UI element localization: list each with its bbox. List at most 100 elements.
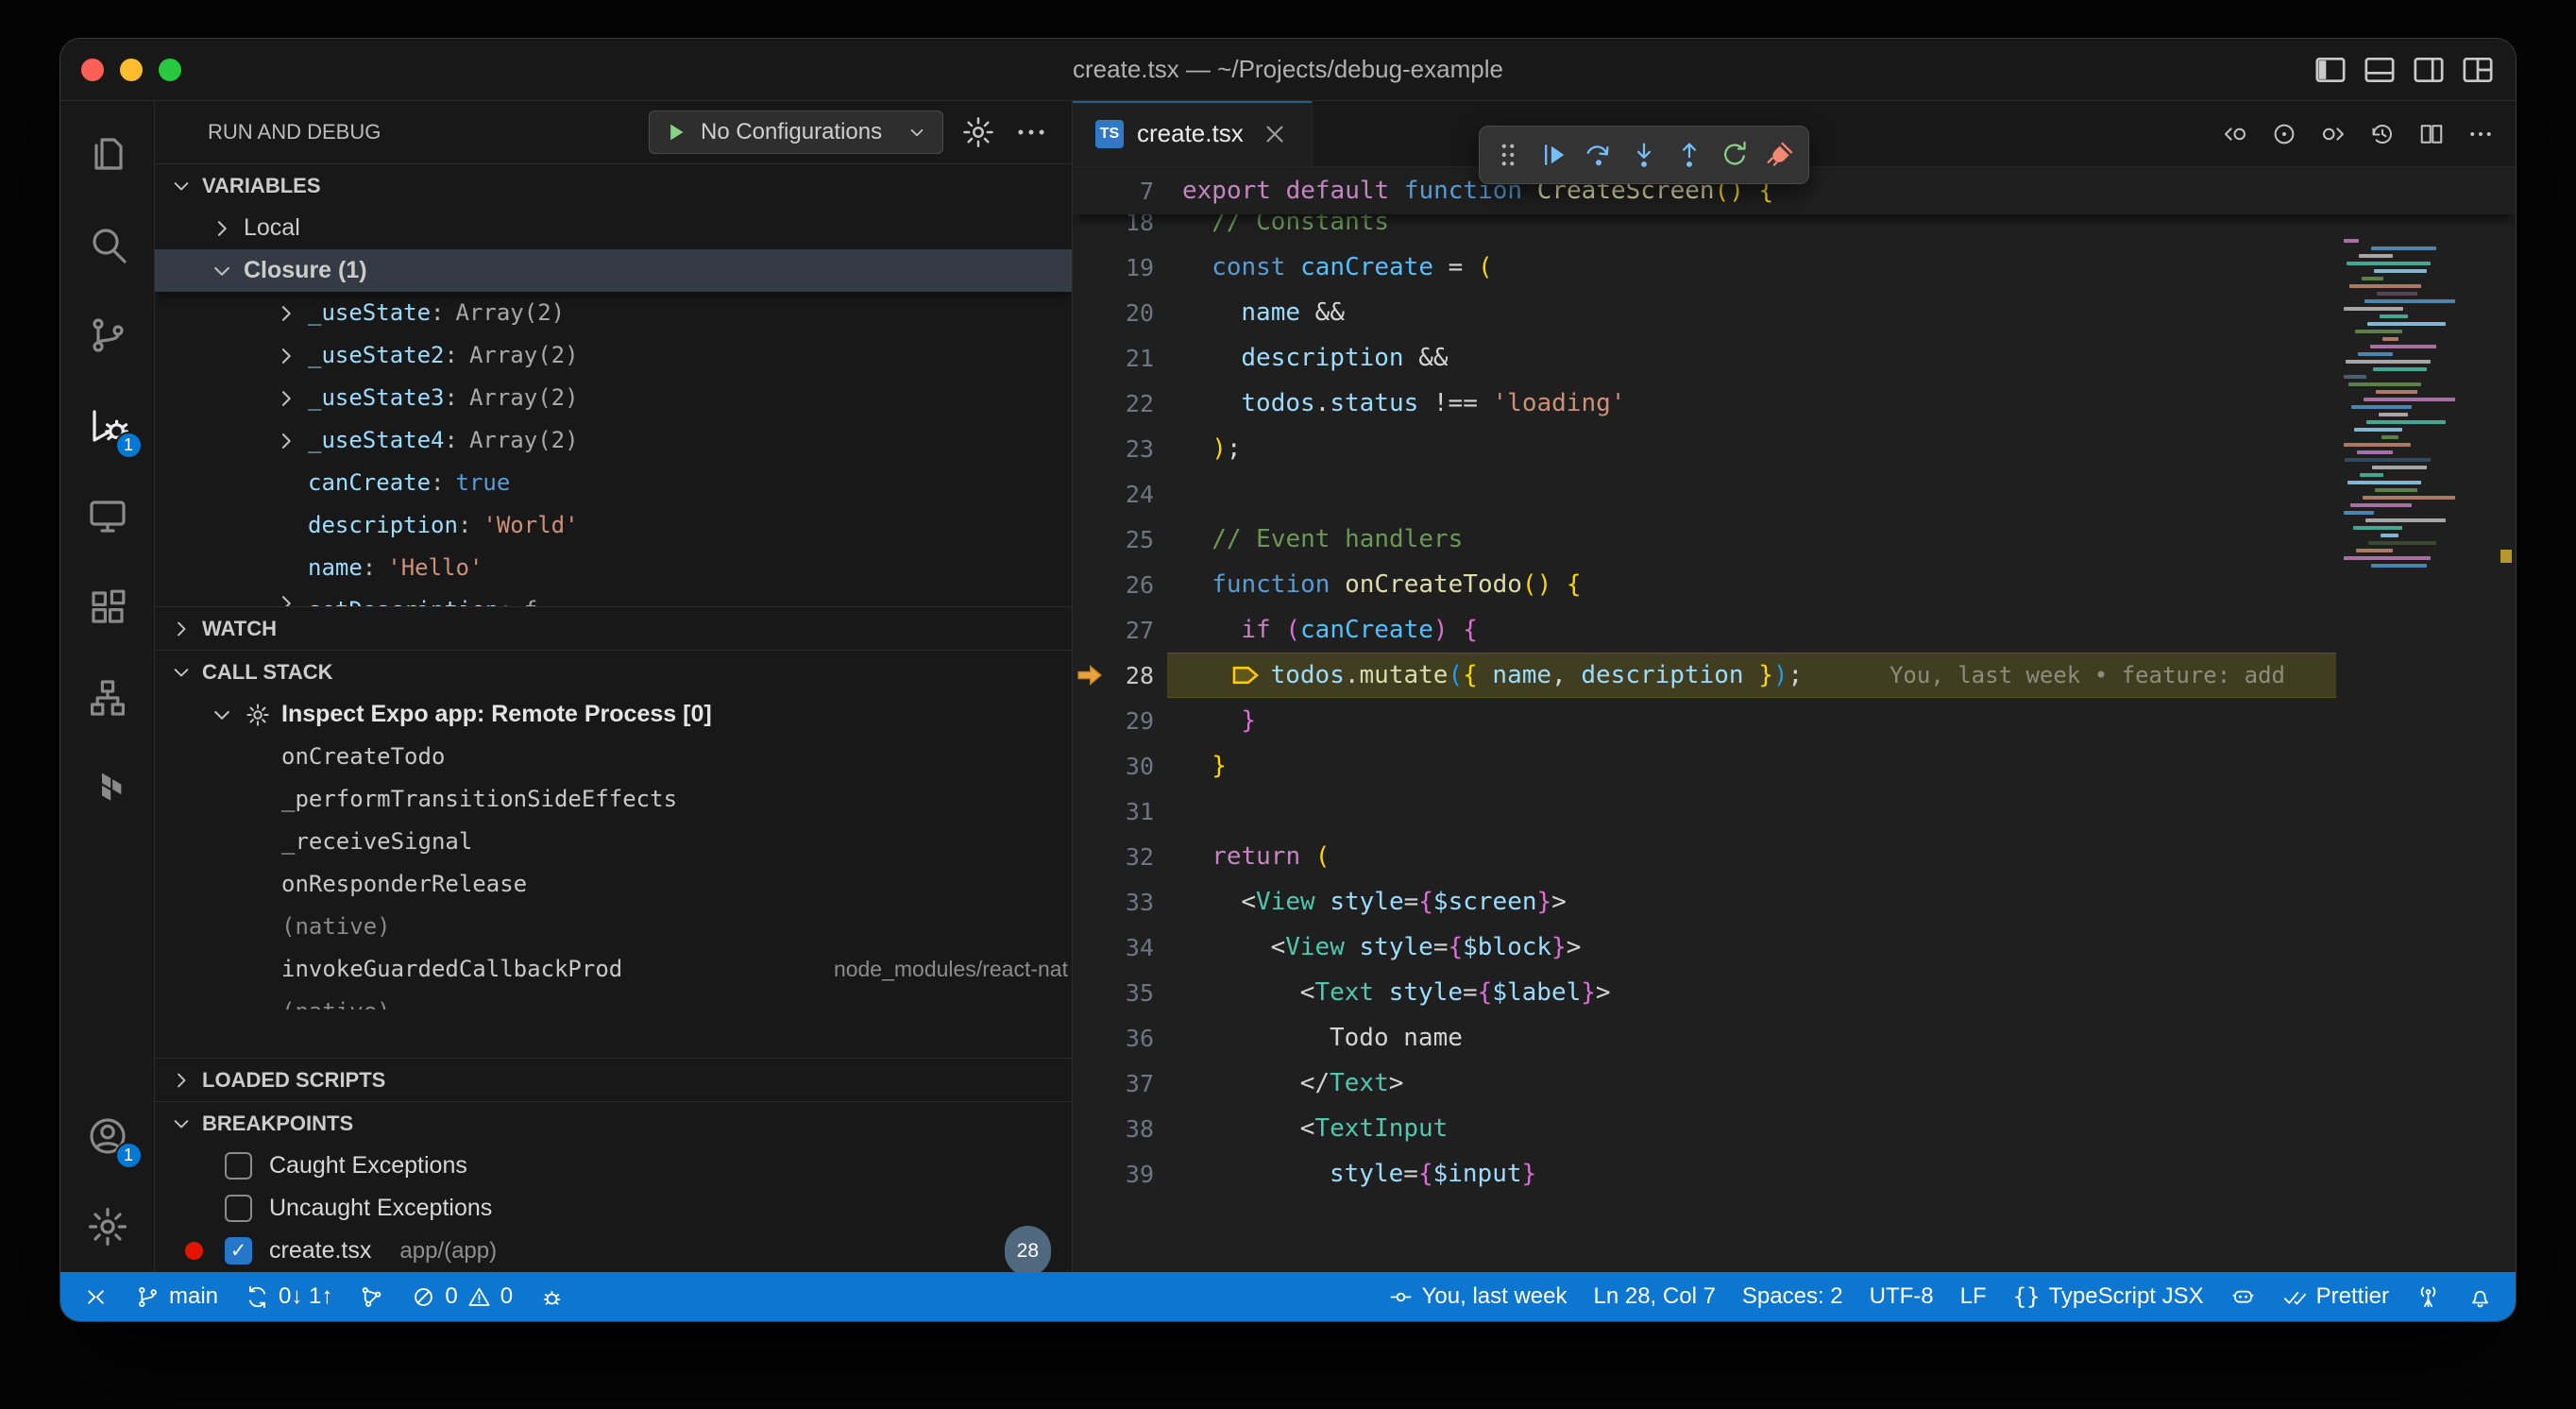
- code-line-29[interactable]: 29}: [1073, 698, 2516, 743]
- code-line-21[interactable]: 21description &&: [1073, 335, 2516, 381]
- debug-settings-gear-icon[interactable]: [960, 114, 996, 150]
- debug-configuration-dropdown[interactable]: No Configurations: [649, 110, 943, 154]
- variable-row[interactable]: _useState4:Array(2): [155, 419, 1072, 462]
- variables-section-header[interactable]: VARIABLES: [155, 164, 1072, 207]
- debug-session-row[interactable]: Inspect Expo app: Remote Process [0]: [155, 693, 1072, 736]
- chevron-right-icon[interactable]: [272, 427, 300, 455]
- code-line-19[interactable]: 19const canCreate = (: [1073, 245, 2516, 290]
- chevron-right-icon[interactable]: [208, 214, 236, 243]
- restart-button[interactable]: [1712, 130, 1757, 179]
- toggle-panel-icon[interactable]: [2361, 51, 2398, 89]
- cursor-position-status[interactable]: Ln 28, Col 7: [1581, 1272, 1729, 1321]
- breakpoint-checkbox[interactable]: ✓: [225, 1237, 252, 1265]
- commit-graph-button[interactable]: [346, 1272, 398, 1321]
- remote-indicator[interactable]: [70, 1272, 122, 1321]
- sidebar-item-run-and-debug[interactable]: 1: [60, 381, 155, 471]
- tab-create-tsx[interactable]: TS create.tsx: [1073, 101, 1313, 166]
- code-line-35[interactable]: 35<Text style={$label}>: [1073, 970, 2516, 1015]
- stack-frame-row[interactable]: onCreateTodo: [155, 736, 1072, 778]
- continue-button[interactable]: [1531, 130, 1576, 179]
- code-line-25[interactable]: 25// Event handlers: [1073, 517, 2516, 562]
- scope-local-row[interactable]: Local: [155, 207, 1072, 249]
- code-line-28[interactable]: 28todos.mutate({ name, description });Yo…: [1073, 653, 2516, 698]
- scope-closure-row[interactable]: Closure (1): [155, 249, 1072, 292]
- code-line-23[interactable]: 23);: [1073, 426, 2516, 471]
- indentation-status[interactable]: Spaces: 2: [1729, 1272, 1856, 1321]
- encoding-status[interactable]: UTF-8: [1856, 1272, 1947, 1321]
- code-line-39[interactable]: 39style={$input}: [1073, 1151, 2516, 1197]
- variable-row[interactable]: canCreate:true: [155, 462, 1072, 504]
- variable-row[interactable]: setDescription:ƒ: [155, 589, 1072, 606]
- call-stack-section-header[interactable]: CALL STACK: [155, 651, 1072, 693]
- toggle-sidebar-icon[interactable]: [2312, 51, 2349, 89]
- chevron-right-icon[interactable]: [272, 589, 300, 606]
- copilot-status[interactable]: [2217, 1272, 2269, 1321]
- breakpoint-checkbox[interactable]: [225, 1195, 252, 1222]
- stack-frame-row[interactable]: (native): [155, 906, 1072, 948]
- git-branch-status[interactable]: main: [122, 1272, 231, 1321]
- code-line-26[interactable]: 26function onCreateTodo() {: [1073, 562, 2516, 607]
- file-history-button[interactable]: [2363, 114, 2402, 154]
- code-line-32[interactable]: 32return (: [1073, 834, 2516, 879]
- variable-row[interactable]: _useState:Array(2): [155, 292, 1072, 334]
- stack-frame-row[interactable]: (native): [155, 991, 1072, 1010]
- eol-status[interactable]: LF: [1947, 1272, 2000, 1321]
- sidebar-item-hierarchy[interactable]: [60, 653, 155, 743]
- code-line-24[interactable]: 24: [1073, 471, 2516, 517]
- watch-section-header[interactable]: WATCH: [155, 607, 1072, 650]
- stack-frame-row[interactable]: invokeGuardedCallbackProdnode_modules/re…: [155, 948, 1072, 991]
- chevron-right-icon[interactable]: [272, 384, 300, 413]
- views-more-actions-icon[interactable]: [1013, 114, 1049, 150]
- breakpoint-row[interactable]: Caught Exceptions: [155, 1145, 1072, 1187]
- language-mode-status[interactable]: {} TypeScript JSX: [2000, 1272, 2217, 1321]
- debug-status-button[interactable]: [526, 1272, 578, 1321]
- code-line-30[interactable]: 30}: [1073, 743, 2516, 789]
- code-editor[interactable]: 7 export default function CreateScreen()…: [1073, 167, 2516, 1272]
- code-line-33[interactable]: 33<View style={$screen}>: [1073, 879, 2516, 925]
- annotations-button[interactable]: [2264, 114, 2304, 154]
- step-over-button[interactable]: [1576, 130, 1621, 179]
- stack-frame-row[interactable]: onResponderRelease: [155, 863, 1072, 906]
- code-line-34[interactable]: 34<View style={$block}>: [1073, 925, 2516, 970]
- sidebar-item-source-control[interactable]: [60, 290, 155, 381]
- breakpoints-section-header[interactable]: BREAKPOINTS: [155, 1102, 1072, 1145]
- step-into-button[interactable]: [1621, 130, 1667, 179]
- code-line-36[interactable]: 36Todo name: [1073, 1015, 2516, 1061]
- tunnel-status[interactable]: [2402, 1272, 2454, 1321]
- variable-row[interactable]: _useState2:Array(2): [155, 334, 1072, 377]
- code-line-22[interactable]: 22todos.status !== 'loading': [1073, 381, 2516, 426]
- code-line-31[interactable]: 31: [1073, 789, 2516, 834]
- customize-layout-icon[interactable]: [2459, 51, 2497, 89]
- chevron-down-icon[interactable]: [208, 257, 236, 285]
- next-change-button[interactable]: [2313, 114, 2353, 154]
- minimap[interactable]: [2336, 233, 2497, 573]
- code-line-38[interactable]: 38<TextInput: [1073, 1106, 2516, 1151]
- chevron-right-icon[interactable]: [272, 299, 300, 328]
- code-line-20[interactable]: 20name &&: [1073, 290, 2516, 335]
- notifications-button[interactable]: [2454, 1272, 2506, 1321]
- variable-row[interactable]: description:'World': [155, 504, 1072, 547]
- disconnect-button[interactable]: [1757, 130, 1803, 179]
- toggle-secondary-sidebar-icon[interactable]: [2410, 51, 2448, 89]
- split-editor-button[interactable]: [2412, 114, 2451, 154]
- stack-frame-row[interactable]: _performTransitionSideEffects: [155, 778, 1072, 821]
- close-tab-icon[interactable]: [1261, 120, 1289, 148]
- breakpoint-row[interactable]: ✓create.tsxapp/(app)28: [155, 1230, 1072, 1272]
- more-actions-button[interactable]: [2461, 114, 2500, 154]
- code-line-27[interactable]: 27if (canCreate) {: [1073, 607, 2516, 653]
- previous-change-button[interactable]: [2215, 114, 2255, 154]
- problems-status[interactable]: 0 0: [398, 1272, 526, 1321]
- variable-row[interactable]: name:'Hello': [155, 547, 1072, 589]
- debug-current-line-gutter[interactable]: [1073, 660, 1107, 690]
- chevron-right-icon[interactable]: [272, 342, 300, 370]
- sync-status[interactable]: 0↓ 1↑: [231, 1272, 346, 1321]
- formatter-status[interactable]: Prettier: [2269, 1272, 2402, 1321]
- sidebar-item-remote-explorer[interactable]: [60, 471, 155, 562]
- step-out-button[interactable]: [1667, 130, 1712, 179]
- loaded-scripts-section-header[interactable]: LOADED SCRIPTS: [155, 1059, 1072, 1101]
- code-line-37[interactable]: 37</Text>: [1073, 1061, 2516, 1106]
- minimize-window-button[interactable]: [120, 59, 143, 81]
- stack-frame-row[interactable]: _receiveSignal: [155, 821, 1072, 863]
- breakpoint-row[interactable]: Uncaught Exceptions: [155, 1187, 1072, 1230]
- sidebar-item-terraform[interactable]: [60, 743, 155, 834]
